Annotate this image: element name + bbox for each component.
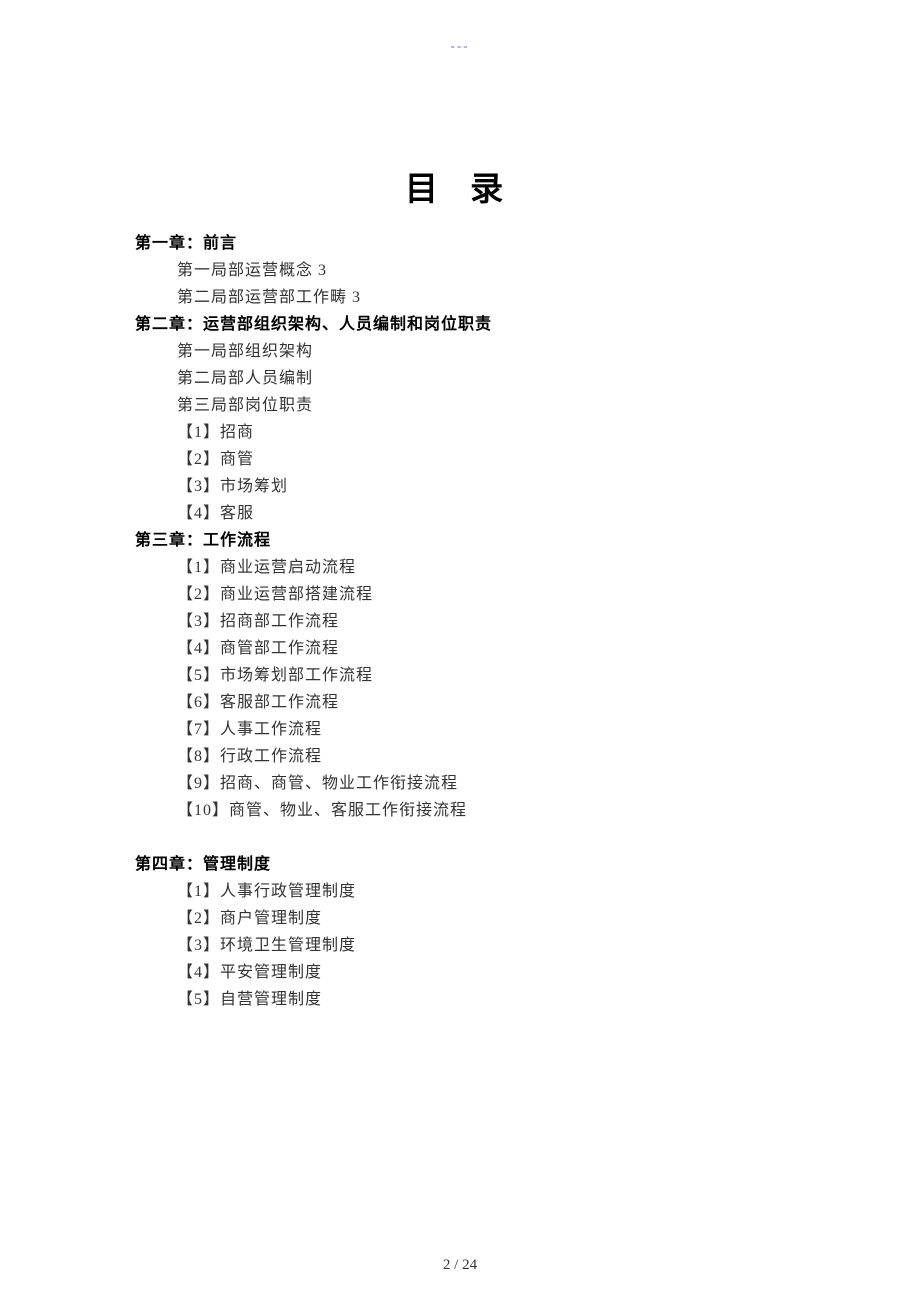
toc-item: 【2】商管 bbox=[135, 446, 785, 473]
toc-item: 【9】招商、商管、物业工作衔接流程 bbox=[135, 770, 785, 797]
toc-item: 【7】人事工作流程 bbox=[135, 716, 785, 743]
spacer bbox=[135, 824, 785, 851]
toc-item: 【5】市场筹划部工作流程 bbox=[135, 662, 785, 689]
toc-item: 【3】市场筹划 bbox=[135, 473, 785, 500]
toc-item: 【1】招商 bbox=[135, 419, 785, 446]
toc-item: 【8】行政工作流程 bbox=[135, 743, 785, 770]
page-title: 目 录 bbox=[405, 162, 515, 210]
toc-item: 第一局部组织架构 bbox=[135, 338, 785, 365]
toc-item: 【1】商业运营启动流程 bbox=[135, 554, 785, 581]
toc-item: 【4】平安管理制度 bbox=[135, 959, 785, 986]
toc-item: 【2】商业运营部搭建流程 bbox=[135, 581, 785, 608]
page-number: 2 / 24 bbox=[443, 1257, 477, 1274]
chapter-heading: 第二章：运营部组织架构、人员编制和岗位职责 bbox=[135, 311, 785, 338]
toc-item: 【3】招商部工作流程 bbox=[135, 608, 785, 635]
toc-item: 第二局部人员编制 bbox=[135, 365, 785, 392]
toc-item: 【4】客服 bbox=[135, 500, 785, 527]
toc-item: 【10】商管、物业、客服工作衔接流程 bbox=[135, 797, 785, 824]
toc-item: 第三局部岗位职责 bbox=[135, 392, 785, 419]
chapter-heading: 第四章：管理制度 bbox=[135, 851, 785, 878]
chapter-heading: 第三章：工作流程 bbox=[135, 527, 785, 554]
toc-item: 【2】商户管理制度 bbox=[135, 905, 785, 932]
toc-content: 第一章：前言 第一局部运营概念 3 第二局部运营部工作畴 3 第二章：运营部组织… bbox=[135, 230, 785, 1013]
header-mark: --- bbox=[451, 38, 470, 54]
toc-item: 第一局部运营概念 3 bbox=[135, 257, 785, 284]
toc-item: 【3】环境卫生管理制度 bbox=[135, 932, 785, 959]
toc-item: 【5】自营管理制度 bbox=[135, 986, 785, 1013]
toc-item: 第二局部运营部工作畴 3 bbox=[135, 284, 785, 311]
toc-item: 【4】商管部工作流程 bbox=[135, 635, 785, 662]
chapter-heading: 第一章：前言 bbox=[135, 230, 785, 257]
toc-item: 【6】客服部工作流程 bbox=[135, 689, 785, 716]
toc-item: 【1】人事行政管理制度 bbox=[135, 878, 785, 905]
